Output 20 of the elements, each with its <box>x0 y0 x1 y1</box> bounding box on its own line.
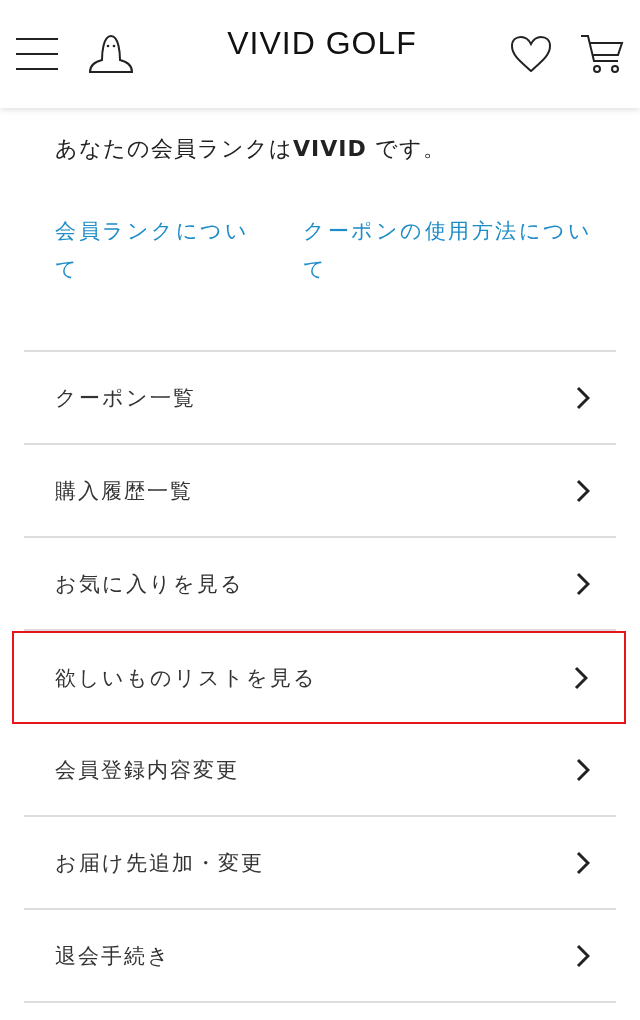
favorites-button[interactable] <box>510 35 552 73</box>
chevron-right-icon <box>576 385 590 410</box>
account-button[interactable] <box>88 34 134 74</box>
chevron-right-icon <box>576 478 590 503</box>
chevron-right-icon <box>576 571 590 596</box>
chevron-right-icon <box>576 850 590 875</box>
heart-icon <box>510 35 552 73</box>
menu-icon <box>16 37 58 71</box>
menu-button[interactable] <box>16 37 58 71</box>
logo[interactable]: VIVID GOLF <box>134 24 510 62</box>
chevron-right-icon <box>576 757 590 782</box>
person-icon <box>88 34 134 74</box>
member-rank-text: あなたの会員ランクはVIVID です。 <box>55 135 447 163</box>
chevron-right-icon <box>576 943 590 968</box>
cart-button[interactable] <box>580 33 624 75</box>
chevron-right-icon <box>574 665 588 690</box>
info-link[interactable]: 会員ランクについて <box>55 212 267 288</box>
info-link[interactable]: クーポンの使用方法について <box>303 212 613 288</box>
cart-icon <box>580 33 624 75</box>
menu-item[interactable]: 欲しいものリストを見る <box>12 631 626 724</box>
